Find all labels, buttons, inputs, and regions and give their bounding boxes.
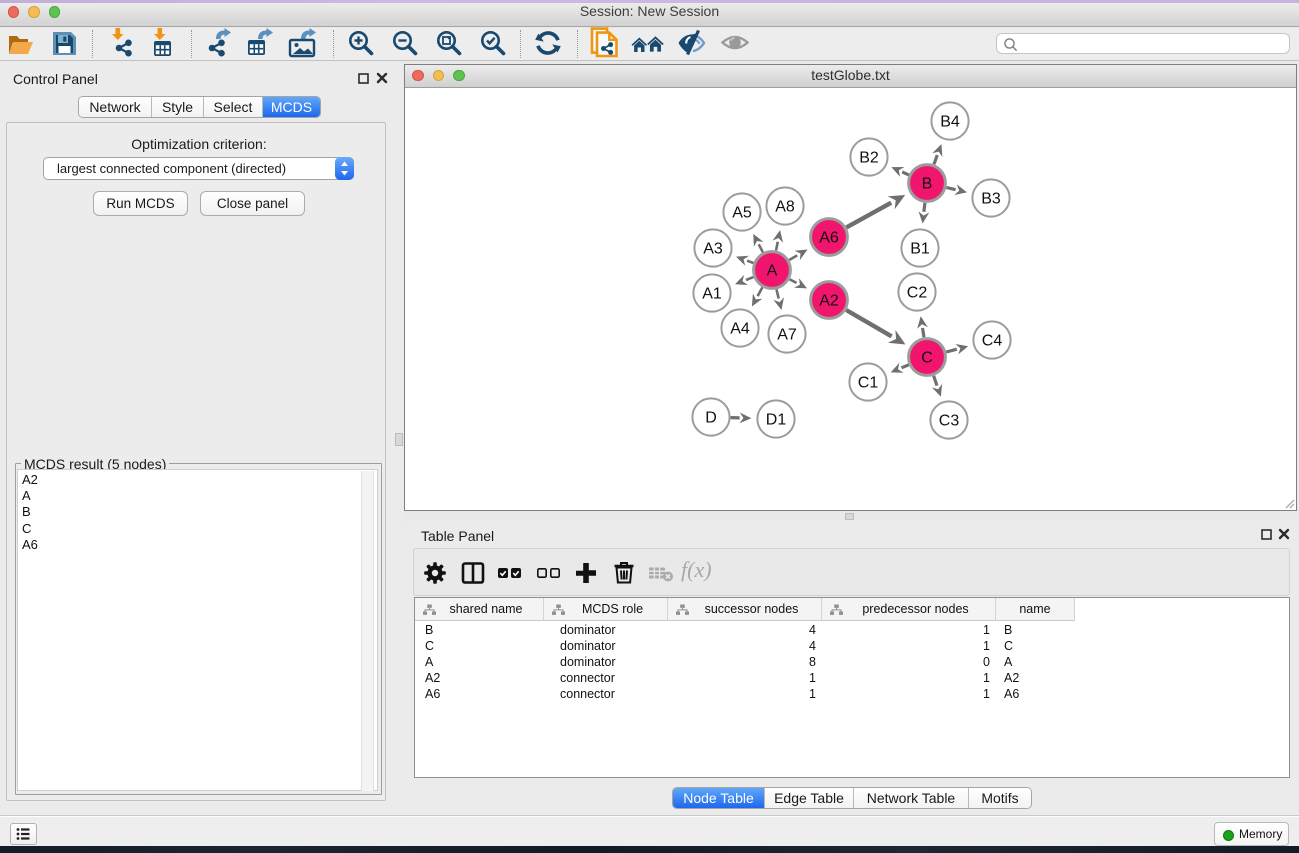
svg-text:A6: A6 [819, 230, 839, 247]
svg-text:B3: B3 [981, 191, 1001, 208]
svg-text:A8: A8 [775, 199, 795, 216]
svg-text:B: B [922, 176, 933, 193]
svg-text:B1: B1 [910, 241, 930, 258]
svg-text:A7: A7 [777, 327, 797, 344]
svg-text:D: D [705, 410, 717, 427]
svg-text:A: A [767, 263, 778, 280]
svg-text:C4: C4 [982, 333, 1003, 350]
svg-text:B4: B4 [940, 114, 960, 131]
svg-text:A1: A1 [702, 286, 722, 303]
svg-text:A5: A5 [732, 205, 752, 222]
svg-text:C3: C3 [939, 413, 960, 430]
svg-text:A2: A2 [819, 293, 839, 310]
svg-text:C2: C2 [907, 285, 928, 302]
svg-text:B2: B2 [859, 150, 879, 167]
svg-text:C1: C1 [858, 375, 879, 392]
svg-text:A4: A4 [730, 321, 750, 338]
svg-text:C: C [921, 350, 933, 367]
svg-text:D1: D1 [766, 412, 787, 429]
svg-text:A3: A3 [703, 241, 723, 258]
